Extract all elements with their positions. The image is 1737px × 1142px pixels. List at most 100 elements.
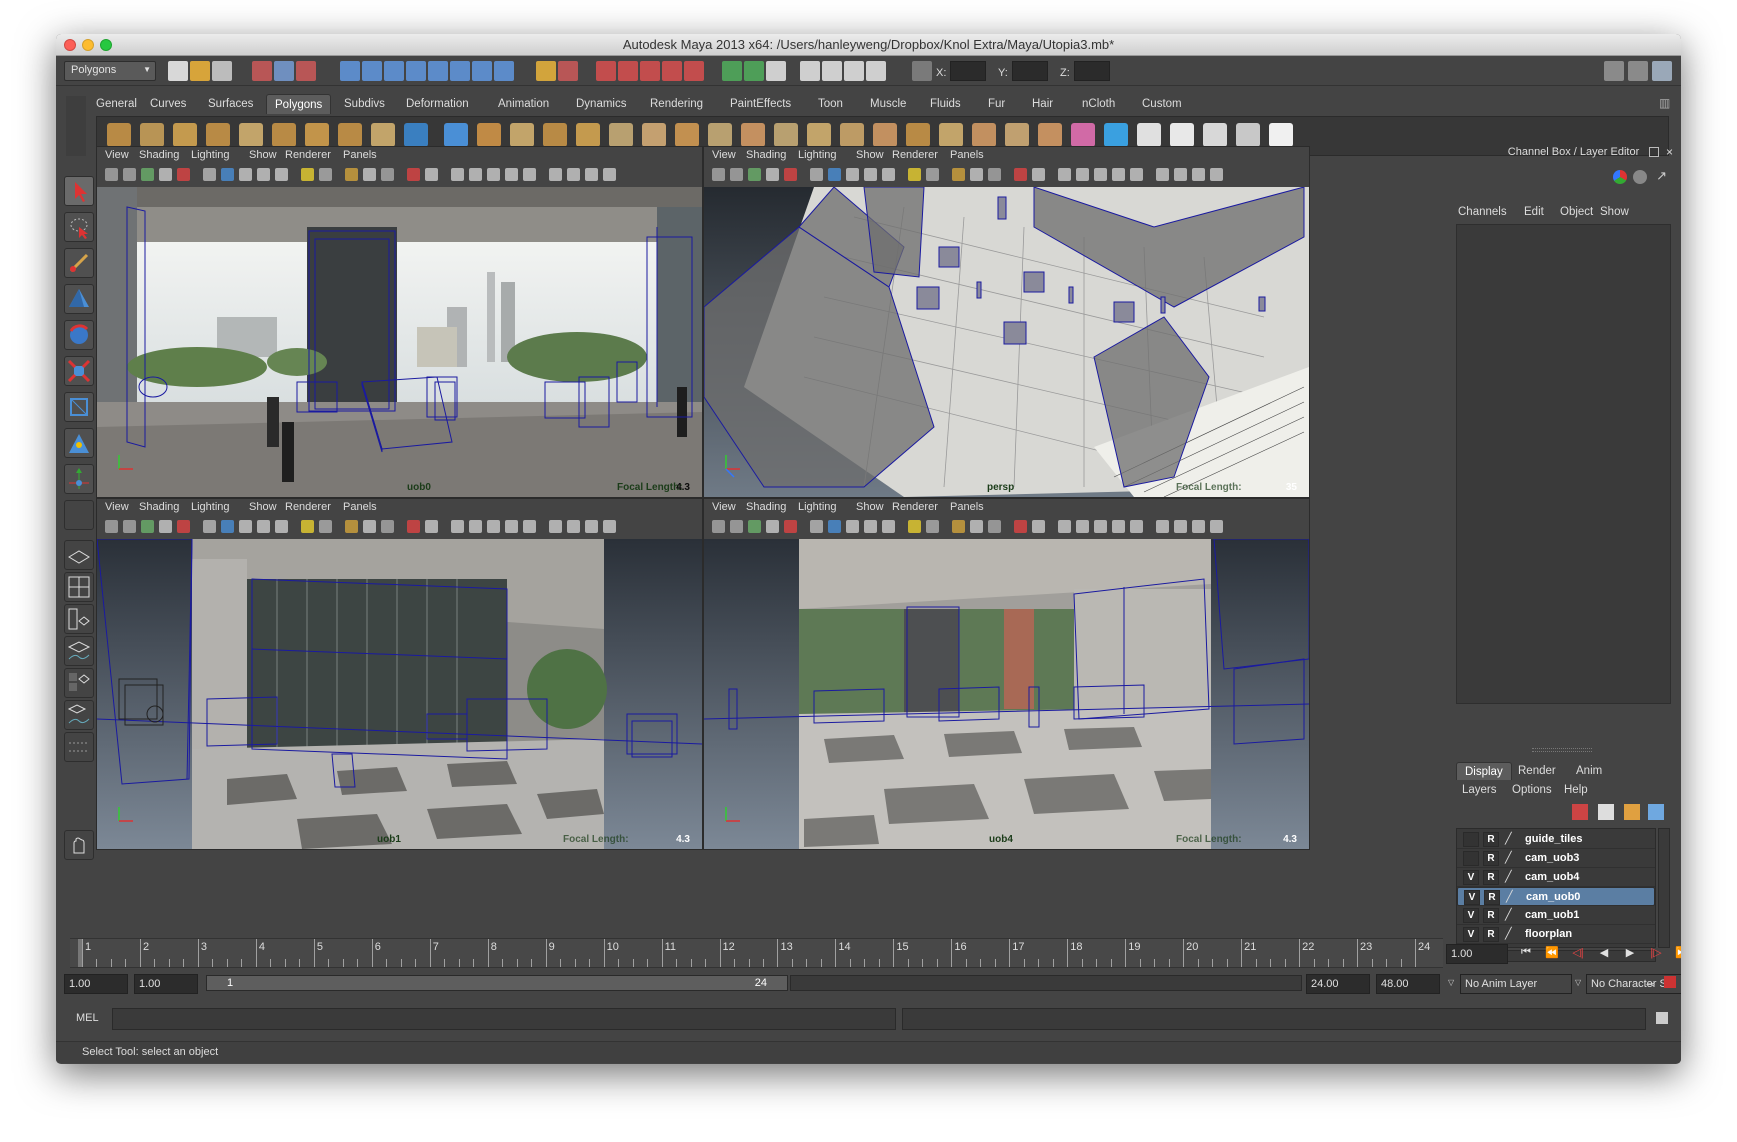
- poly-extract-icon[interactable]: [477, 123, 501, 147]
- poly-insert-edge-icon[interactable]: [774, 123, 798, 147]
- layer-render-toggle[interactable]: R: [1483, 832, 1499, 847]
- layer-menu-options[interactable]: Options: [1512, 784, 1552, 796]
- panel-menu-show[interactable]: Show: [856, 501, 884, 513]
- poly-boolean-union-icon[interactable]: [543, 123, 567, 147]
- 2d-pan-zoom-icon[interactable]: [766, 520, 779, 533]
- current-time-indicator[interactable]: [78, 939, 82, 967]
- bookmark-icon[interactable]: [730, 520, 743, 533]
- poly-torus-icon[interactable]: [272, 123, 296, 147]
- poly-plane-icon[interactable]: [239, 123, 263, 147]
- resolution-gate-icon[interactable]: [1032, 520, 1045, 533]
- textured-icon[interactable]: [882, 520, 895, 533]
- paint-select-tool-icon[interactable]: [64, 248, 94, 278]
- new-scene-icon[interactable]: [168, 61, 188, 81]
- poly-uv-editor-icon[interactable]: [1269, 123, 1293, 147]
- panel-menu-panels[interactable]: Panels: [343, 501, 377, 513]
- panel-menu-panels[interactable]: Panels: [950, 501, 984, 513]
- poly-append-icon[interactable]: [708, 123, 732, 147]
- panel-menu-shading[interactable]: Shading: [139, 149, 179, 161]
- wireframe-on-shaded-icon[interactable]: [239, 168, 252, 181]
- select-camera-icon[interactable]: [1156, 520, 1169, 533]
- 2d-pan-zoom-icon[interactable]: [159, 520, 172, 533]
- custom-layout-icon[interactable]: [64, 732, 94, 762]
- y-coordinate-field[interactable]: [1012, 61, 1048, 81]
- resolution-gate-icon[interactable]: [425, 520, 438, 533]
- safe-action-icon[interactable]: [1094, 520, 1107, 533]
- create-layer-icon[interactable]: [1624, 804, 1640, 820]
- layer-row-guide_tiles[interactable]: R ╱ guide_tiles: [1457, 830, 1655, 849]
- shelf-tab-deformation[interactable]: Deformation: [398, 94, 477, 114]
- textured-icon[interactable]: [275, 520, 288, 533]
- select-hierarchy-icon[interactable]: [252, 61, 272, 81]
- panel-menu-renderer[interactable]: Renderer: [892, 501, 938, 513]
- poly-delete-edge-icon[interactable]: [972, 123, 996, 147]
- panel-menu-view[interactable]: View: [105, 149, 129, 161]
- poly-uv-spherical-icon[interactable]: [1203, 123, 1227, 147]
- panel-menu-view[interactable]: View: [712, 501, 736, 513]
- xray-icon[interactable]: [952, 168, 965, 181]
- lighting-all-icon[interactable]: [1130, 520, 1143, 533]
- use-all-lights-icon[interactable]: [301, 520, 314, 533]
- layer-color-icon[interactable]: ╱: [1506, 890, 1522, 905]
- panel-menu-show[interactable]: Show: [856, 149, 884, 161]
- layer-row-floorplan[interactable]: V R ╱ floorplan: [1457, 925, 1655, 944]
- chevron-down-icon[interactable]: ▽: [1448, 978, 1454, 987]
- universal-manipulator-icon[interactable]: [64, 392, 94, 422]
- current-time-field[interactable]: 1.00: [1446, 944, 1508, 964]
- layer-menu-help[interactable]: Help: [1564, 784, 1588, 796]
- shelf-tab-rendering[interactable]: Rendering: [642, 94, 711, 114]
- layer-row-cam_uob0[interactable]: V R ╱ cam_uob0: [1457, 887, 1655, 906]
- shadows-icon[interactable]: [926, 520, 939, 533]
- channel-box-area[interactable]: [1456, 224, 1671, 704]
- select-component-icon[interactable]: [296, 61, 316, 81]
- film-gate-icon[interactable]: [1058, 520, 1071, 533]
- close-icon[interactable]: ×: [1666, 145, 1673, 159]
- snap-point-icon[interactable]: [384, 61, 404, 81]
- shelf-tab-fur[interactable]: Fur: [980, 94, 1013, 114]
- image-plane-icon[interactable]: [141, 168, 154, 181]
- tool-settings-icon[interactable]: [822, 61, 842, 81]
- range-slider[interactable]: 1 24: [206, 975, 788, 991]
- layer-render-toggle[interactable]: R: [1483, 851, 1499, 866]
- resolution-gate-icon[interactable]: [425, 168, 438, 181]
- 2d-pan-zoom-icon[interactable]: [159, 168, 172, 181]
- backface-culling-icon[interactable]: [988, 520, 1001, 533]
- snap-view-plane-icon[interactable]: [406, 61, 426, 81]
- hypershade-icon[interactable]: [662, 61, 682, 81]
- poly-pipe-icon[interactable]: [338, 123, 362, 147]
- shelf-tab-ncloth[interactable]: nCloth: [1074, 94, 1123, 114]
- lock-icon[interactable]: [536, 61, 556, 81]
- bookmark-icon[interactable]: [123, 520, 136, 533]
- poly-combine-icon[interactable]: [404, 123, 428, 147]
- poly-bevel-icon[interactable]: [873, 123, 897, 147]
- xray-icon[interactable]: [345, 168, 358, 181]
- grease-pencil-icon[interactable]: [784, 520, 797, 533]
- script-editor-icon[interactable]: [766, 61, 786, 81]
- layer-color-icon[interactable]: ╱: [1505, 870, 1521, 885]
- isolate-select-icon[interactable]: [407, 520, 420, 533]
- select-camera-icon[interactable]: [1156, 168, 1169, 181]
- layer-tab-anim[interactable]: Anim: [1568, 762, 1610, 780]
- shadows-icon[interactable]: [319, 168, 332, 181]
- shelf-tab-muscle[interactable]: Muscle: [862, 94, 914, 114]
- toggle-attribute-editor-icon[interactable]: [1604, 61, 1624, 81]
- save-scene-icon[interactable]: [212, 61, 232, 81]
- layer-tab-display[interactable]: Display: [1456, 762, 1512, 780]
- shelf-tab-painteffects[interactable]: PaintEffects: [722, 94, 799, 114]
- backface-culling-icon[interactable]: [381, 520, 394, 533]
- layer-list-scrollbar[interactable]: [1658, 828, 1670, 948]
- panel-menu-renderer[interactable]: Renderer: [285, 501, 331, 513]
- layer-row-cam_uob1[interactable]: V R ╱ cam_uob1: [1457, 906, 1655, 925]
- poly-wedge-icon[interactable]: [906, 123, 930, 147]
- close-window-icon[interactable]: [64, 39, 76, 51]
- viewport-uob1[interactable]: uob1 Focal Length: 4.3: [97, 539, 702, 849]
- layer-row-cam_uob4[interactable]: V R ╱ cam_uob4: [1457, 868, 1655, 887]
- safe-action-icon[interactable]: [1094, 168, 1107, 181]
- bookmark-icon[interactable]: [123, 168, 136, 181]
- wireframe-icon[interactable]: [203, 520, 216, 533]
- lasso-tool-icon[interactable]: [64, 212, 94, 242]
- layer-visibility-toggle[interactable]: [1463, 851, 1479, 866]
- camera-attributes-icon[interactable]: [712, 520, 725, 533]
- isolate-select-icon[interactable]: [407, 168, 420, 181]
- layer-color-icon[interactable]: ╱: [1505, 927, 1521, 942]
